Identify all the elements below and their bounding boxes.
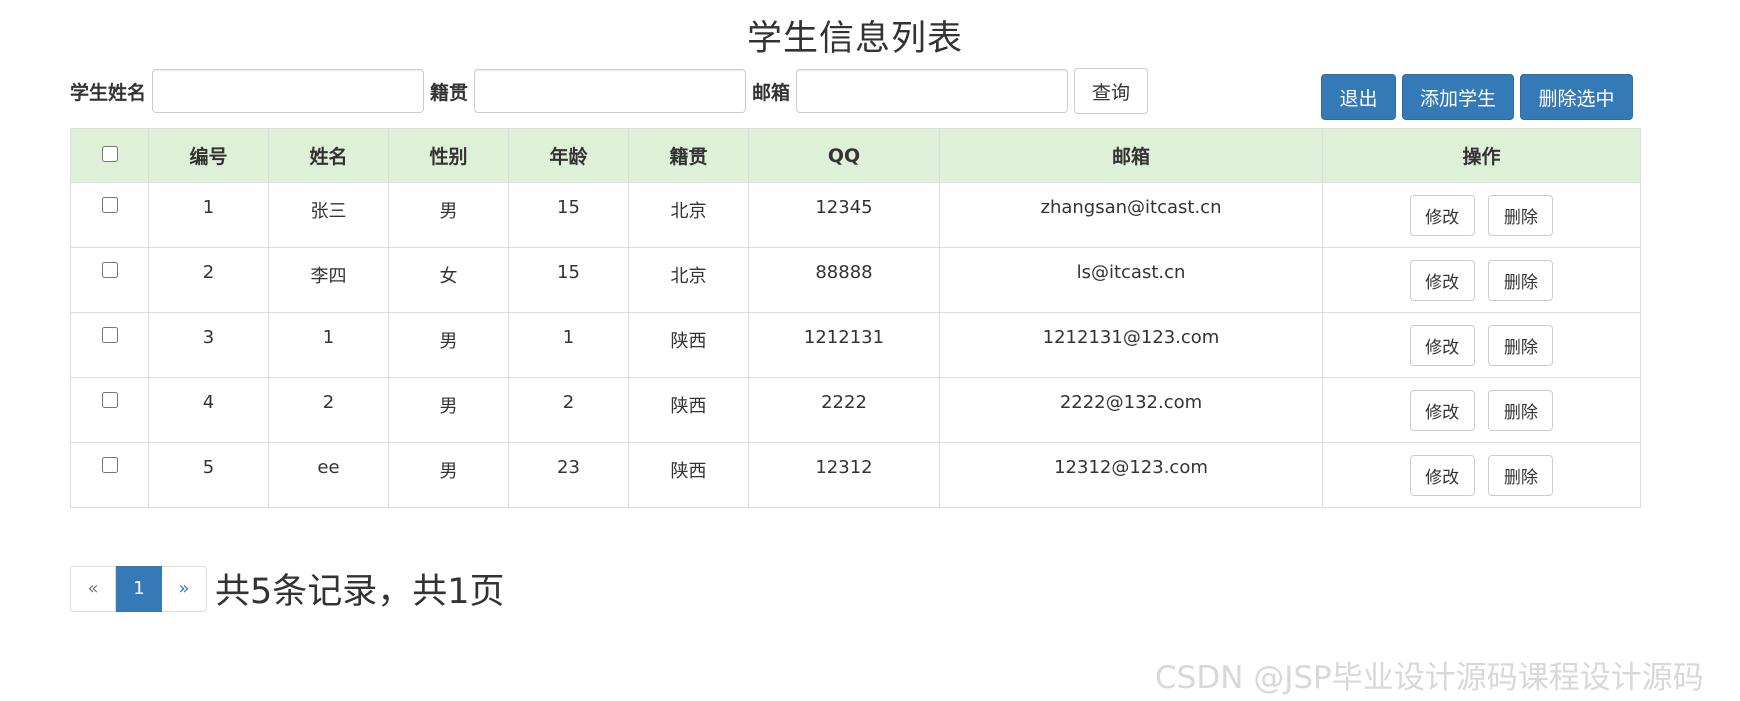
cell-age: 15 <box>508 182 629 248</box>
select-all-checkbox[interactable] <box>101 145 118 162</box>
cell-gender: 男 <box>388 442 509 508</box>
cell-qq: 12345 <box>748 182 940 248</box>
cell-qq: 88888 <box>748 247 940 313</box>
watermark: CSDN @JSP毕业设计源码课程设计源码 <box>1155 660 1704 696</box>
delete-button[interactable]: 删除 <box>1488 259 1554 301</box>
row-select-cell <box>70 247 149 313</box>
cell-address: 陕西 <box>628 312 749 378</box>
top-actions: 退出 添加学生 删除选中 <box>1321 74 1633 120</box>
cell-email: ls@itcast.cn <box>939 247 1323 313</box>
cell-email: 12312@123.com <box>939 442 1323 508</box>
table-row: 3 1 男 1 陕西 1212131 1212131@123.com 修改 删除 <box>70 312 1641 378</box>
exit-button[interactable]: 退出 <box>1321 74 1396 120</box>
next-page-link[interactable]: » <box>162 565 207 612</box>
cell-age: 2 <box>508 377 629 443</box>
column-header-gender: 性别 <box>388 128 509 183</box>
header-select-cell <box>70 128 149 183</box>
add-student-button[interactable]: 添加学生 <box>1402 74 1514 120</box>
cell-id: 3 <box>148 312 269 378</box>
row-select-cell <box>70 182 149 248</box>
cell-qq: 2222 <box>748 377 940 443</box>
student-name-input[interactable] <box>152 69 425 113</box>
column-header-address: 籍贯 <box>628 128 749 183</box>
cell-actions: 修改 删除 <box>1322 442 1641 508</box>
table-header-row: 编号 姓名 性别 年龄 籍贯 QQ 邮箱 操作 <box>70 128 1641 183</box>
edit-button[interactable]: 修改 <box>1409 454 1475 496</box>
address-label: 籍贯 <box>430 81 469 104</box>
cell-gender: 女 <box>388 247 509 313</box>
edit-button[interactable]: 修改 <box>1409 259 1475 301</box>
row-checkbox[interactable] <box>101 457 118 473</box>
cell-name: 1 <box>268 312 389 378</box>
cell-name: 李四 <box>268 247 389 313</box>
cell-address: 陕西 <box>628 442 749 508</box>
cell-actions: 修改 删除 <box>1322 182 1641 248</box>
row-select-cell <box>70 442 149 508</box>
student-name-label: 学生姓名 <box>70 81 147 104</box>
edit-button[interactable]: 修改 <box>1409 194 1475 236</box>
cell-id: 4 <box>148 377 269 443</box>
cell-gender: 男 <box>388 182 509 248</box>
cell-age: 15 <box>508 247 629 313</box>
cell-email: zhangsan@itcast.cn <box>939 182 1323 248</box>
email-input[interactable] <box>796 69 1069 113</box>
cell-id: 2 <box>148 247 269 313</box>
delete-button[interactable]: 删除 <box>1488 454 1554 496</box>
row-select-cell <box>70 312 149 378</box>
column-header-id: 编号 <box>148 128 269 183</box>
cell-age: 1 <box>508 312 629 378</box>
cell-address: 北京 <box>628 247 749 313</box>
email-label: 邮箱 <box>752 81 791 104</box>
row-checkbox[interactable] <box>101 197 118 213</box>
cell-qq: 1212131 <box>748 312 940 378</box>
cell-age: 23 <box>508 442 629 508</box>
address-input[interactable] <box>474 69 747 113</box>
page-link-1[interactable]: 1 <box>116 565 162 612</box>
column-header-email: 邮箱 <box>939 128 1323 183</box>
cell-gender: 男 <box>388 312 509 378</box>
delete-selected-button[interactable]: 删除选中 <box>1520 74 1633 120</box>
cell-address: 北京 <box>628 182 749 248</box>
query-button[interactable]: 查询 <box>1074 68 1149 114</box>
row-checkbox[interactable] <box>101 262 118 278</box>
delete-button[interactable]: 删除 <box>1488 389 1554 431</box>
cell-name: 张三 <box>268 182 389 248</box>
cell-actions: 修改 删除 <box>1322 247 1641 313</box>
column-header-actions: 操作 <box>1322 128 1641 183</box>
page-title: 学生信息列表 <box>746 19 963 59</box>
row-checkbox[interactable] <box>101 327 118 343</box>
cell-gender: 男 <box>388 377 509 443</box>
pager: « 1 » 共5条记录，共1页 <box>70 563 505 614</box>
edit-button[interactable]: 修改 <box>1409 324 1475 366</box>
cell-email: 1212131@123.com <box>939 312 1323 378</box>
cell-id: 5 <box>148 442 269 508</box>
prev-page-link[interactable]: « <box>70 565 116 612</box>
table-row: 5 ee 男 23 陕西 12312 12312@123.com 修改 删除 <box>70 442 1641 508</box>
table-row: 4 2 男 2 陕西 2222 2222@132.com 修改 删除 <box>70 377 1641 443</box>
edit-button[interactable]: 修改 <box>1409 389 1475 431</box>
column-header-qq: QQ <box>748 128 940 183</box>
delete-button[interactable]: 删除 <box>1488 194 1554 236</box>
column-header-age: 年龄 <box>508 128 629 183</box>
row-checkbox[interactable] <box>101 392 118 408</box>
student-table: 编号 姓名 性别 年龄 籍贯 QQ 邮箱 操作 1 张三 男 15 北京 123… <box>70 128 1641 508</box>
cell-name: ee <box>268 442 389 508</box>
cell-email: 2222@132.com <box>939 377 1323 443</box>
cell-id: 1 <box>148 182 269 248</box>
row-select-cell <box>70 377 149 443</box>
pagination: « 1 » <box>70 565 207 612</box>
record-summary: 共5条记录，共1页 <box>215 572 505 612</box>
cell-name: 2 <box>268 377 389 443</box>
cell-qq: 12312 <box>748 442 940 508</box>
column-header-name: 姓名 <box>268 128 389 183</box>
search-form: 学生姓名 籍贯 邮箱 查询 <box>70 67 1149 115</box>
cell-actions: 修改 删除 <box>1322 312 1641 378</box>
cell-address: 陕西 <box>628 377 749 443</box>
table-row: 1 张三 男 15 北京 12345 zhangsan@itcast.cn 修改… <box>70 182 1641 248</box>
cell-actions: 修改 删除 <box>1322 377 1641 443</box>
table-row: 2 李四 女 15 北京 88888 ls@itcast.cn 修改 删除 <box>70 247 1641 313</box>
delete-button[interactable]: 删除 <box>1488 324 1554 366</box>
